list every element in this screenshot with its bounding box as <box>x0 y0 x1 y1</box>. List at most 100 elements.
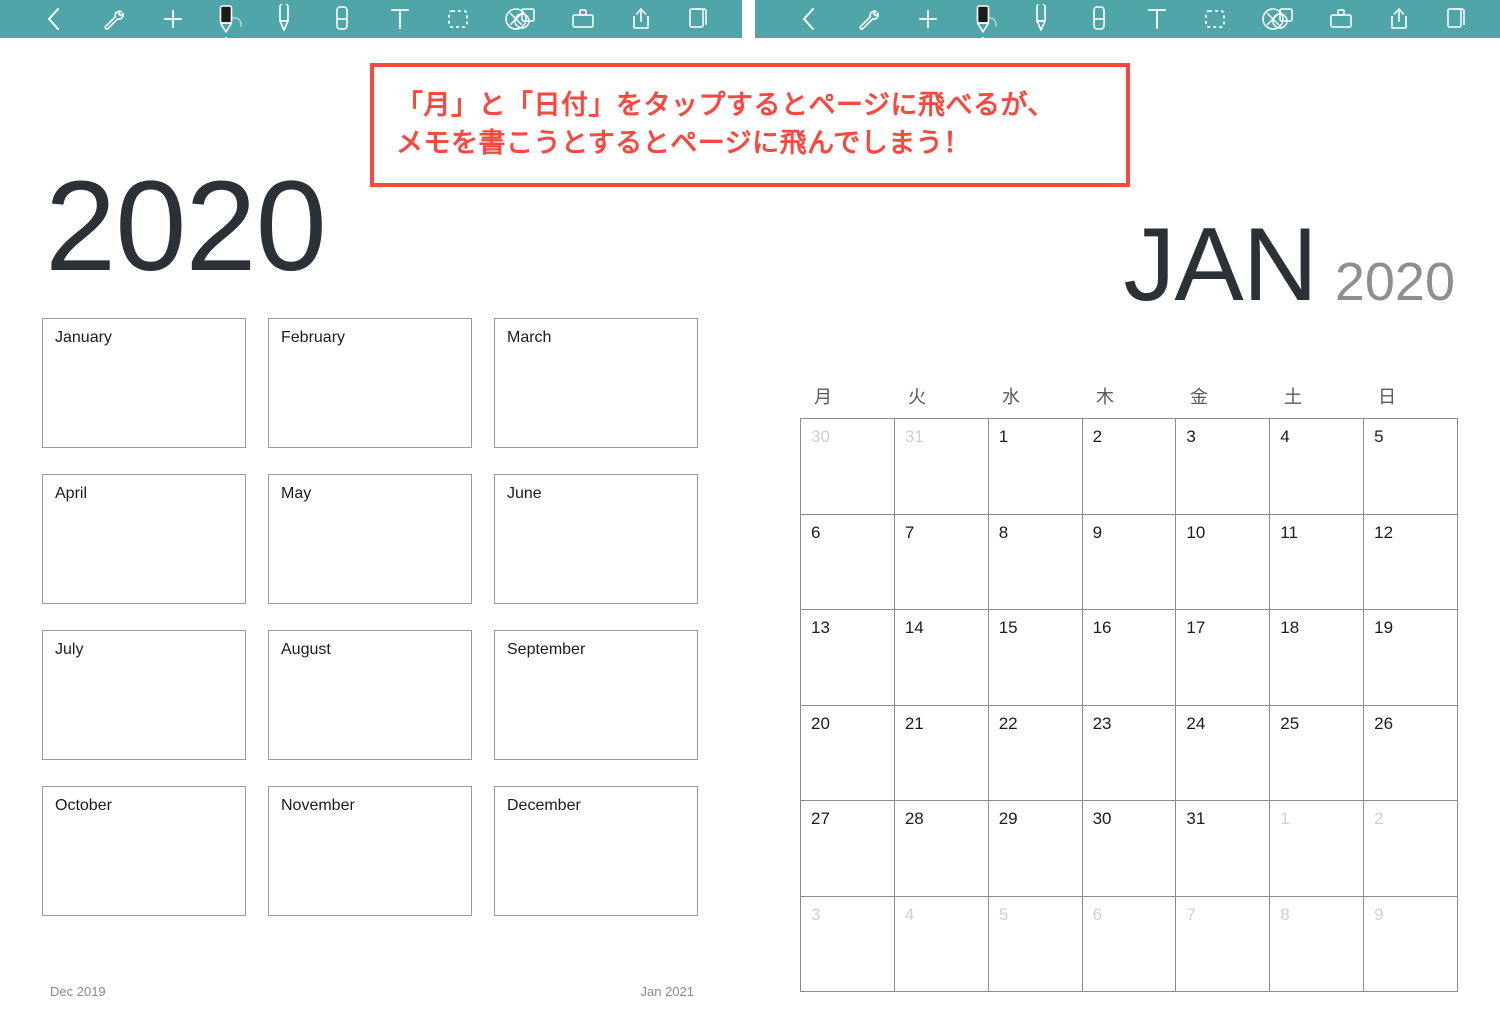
calendar-day-cell[interactable]: 19 <box>1364 610 1458 706</box>
image-insert-icon[interactable] <box>1326 4 1356 34</box>
pen-icon[interactable] <box>968 4 998 34</box>
calendar-day-cell[interactable]: 9 <box>1082 514 1177 610</box>
plus-icon[interactable] <box>913 4 943 34</box>
calendar-day-cell[interactable]: 6 <box>801 514 895 610</box>
calendar-day-number: 31 <box>904 427 924 446</box>
calendar-day-cell[interactable]: 1 <box>988 419 1083 515</box>
calendar-day-number: 26 <box>1374 713 1394 733</box>
calendar-day-cell[interactable]: 27 <box>801 801 895 897</box>
calendar-day-cell[interactable]: 2 <box>1364 801 1458 897</box>
month-box[interactable]: March <box>494 318 698 448</box>
calendar-day-cell[interactable]: 20 <box>801 705 895 801</box>
eraser-icon[interactable] <box>1084 4 1114 34</box>
calendar-day-number: 30 <box>811 427 830 446</box>
footer-next-month[interactable]: Jan 2021 <box>641 984 695 999</box>
month-box[interactable]: April <box>42 474 246 604</box>
footer-prev-month[interactable]: Dec 2019 <box>50 984 106 999</box>
month-box[interactable]: July <box>42 630 246 760</box>
calendar-day-cell[interactable]: 11 <box>1270 514 1365 610</box>
calendar-day-cell[interactable]: 6 <box>1082 896 1177 992</box>
calendar-day-number: 13 <box>811 618 830 637</box>
calendar-day-cell[interactable]: 4 <box>894 896 989 992</box>
calendar-day-cell[interactable]: 23 <box>1082 705 1177 801</box>
calendar-day-cell[interactable]: 5 <box>988 896 1083 992</box>
calendar-day-cell[interactable]: 31 <box>1176 801 1271 897</box>
eraser-icon[interactable] <box>327 4 357 34</box>
month-box-label: January <box>55 329 112 346</box>
month-box-label: February <box>281 329 346 346</box>
selection-marquee-icon[interactable] <box>443 4 473 34</box>
calendar-day-cell[interactable]: 1 <box>1270 801 1365 897</box>
calendar-day-number: 6 <box>1092 904 1103 924</box>
calendar-day-cell[interactable]: 12 <box>1364 514 1458 610</box>
text-tool-icon[interactable] <box>1142 4 1172 34</box>
month-box[interactable]: February <box>268 318 472 448</box>
calendar-day-cell[interactable]: 15 <box>988 610 1083 706</box>
highlighter-icon[interactable] <box>269 4 299 34</box>
calendar-day-cell[interactable]: 30 <box>1082 801 1177 897</box>
month-box[interactable]: September <box>494 630 698 760</box>
image-insert-icon[interactable] <box>568 4 598 34</box>
calendar-day-cell[interactable]: 7 <box>894 514 989 610</box>
calendar-day-cell[interactable]: 4 <box>1270 419 1365 515</box>
text-tool-icon[interactable] <box>385 4 415 34</box>
calendar-day-cell[interactable]: 17 <box>1176 610 1271 706</box>
calendar-day-number: 20 <box>811 713 830 733</box>
month-box[interactable]: November <box>268 786 472 916</box>
calendar-day-cell[interactable]: 24 <box>1176 705 1271 801</box>
calendar-day-number: 10 <box>1186 522 1206 542</box>
share-icon[interactable] <box>626 4 656 34</box>
selection-marquee-icon[interactable] <box>1200 4 1230 34</box>
weekday-label: 火 <box>908 387 926 407</box>
back-icon[interactable] <box>793 4 823 34</box>
month-box-label: August <box>281 641 331 658</box>
month-abbr-title: JAN <box>1123 207 1317 323</box>
month-box-label: September <box>507 641 586 658</box>
calendar-day-cell[interactable]: 14 <box>894 610 989 706</box>
calendar-day-cell[interactable]: 2 <box>1082 419 1177 515</box>
month-box[interactable]: January <box>42 318 246 448</box>
annotation-callout-box: 「月」と「日付」をタップするとページに飛べるが、 メモを書こうとするとページに飛ん… <box>370 63 1130 187</box>
month-box[interactable]: August <box>268 630 472 760</box>
pages-icon[interactable] <box>684 4 714 34</box>
calendar-day-cell[interactable]: 7 <box>1176 896 1271 992</box>
back-icon[interactable] <box>38 4 68 34</box>
month-box[interactable]: December <box>494 786 698 916</box>
calendar-day-cell[interactable]: 9 <box>1364 896 1458 992</box>
calendar-day-cell[interactable]: 5 <box>1364 419 1458 515</box>
calendar-day-cell[interactable]: 28 <box>894 801 989 897</box>
calendar-day-cell[interactable]: 30 <box>801 419 895 515</box>
wrench-icon[interactable] <box>853 4 883 34</box>
wrench-icon[interactable] <box>98 4 128 34</box>
highlighter-icon[interactable] <box>1026 4 1056 34</box>
calendar-day-cell[interactable]: 22 <box>988 705 1083 801</box>
month-box[interactable]: June <box>494 474 698 604</box>
calendar-day-number: 29 <box>998 809 1018 828</box>
calendar-day-cell[interactable]: 26 <box>1364 705 1458 801</box>
calendar-day-cell[interactable]: 25 <box>1270 705 1365 801</box>
calendar-day-cell[interactable]: 3 <box>1176 419 1271 515</box>
calendar-day-number: 24 <box>1186 713 1206 733</box>
pen-icon[interactable] <box>211 4 241 34</box>
calendar-day-cell[interactable]: 13 <box>801 610 895 706</box>
plus-icon[interactable] <box>158 4 188 34</box>
calendar-day-cell[interactable]: 10 <box>1176 514 1271 610</box>
pages-icon[interactable] <box>1442 4 1472 34</box>
calendar-day-cell[interactable]: 8 <box>988 514 1083 610</box>
share-icon[interactable] <box>1384 4 1414 34</box>
calendar-day-cell[interactable]: 8 <box>1270 896 1365 992</box>
calendar-day-cell[interactable]: 16 <box>1082 610 1177 706</box>
calendar-day-cell[interactable]: 29 <box>988 801 1083 897</box>
calendar-day-cell[interactable]: 18 <box>1270 610 1365 706</box>
month-box[interactable]: May <box>268 474 472 604</box>
calendar-day-cell[interactable]: 3 <box>801 896 895 992</box>
shapes-icon[interactable] <box>510 4 540 34</box>
calendar-day-number: 3 <box>1186 427 1196 446</box>
month-box-label: June <box>507 485 542 502</box>
calendar-day-number: 4 <box>904 904 915 924</box>
weekday-label: 金 <box>1190 387 1208 407</box>
calendar-day-cell[interactable]: 21 <box>894 705 989 801</box>
shapes-icon[interactable] <box>1268 4 1298 34</box>
month-box[interactable]: October <box>42 786 246 916</box>
calendar-day-cell[interactable]: 31 <box>894 419 989 515</box>
